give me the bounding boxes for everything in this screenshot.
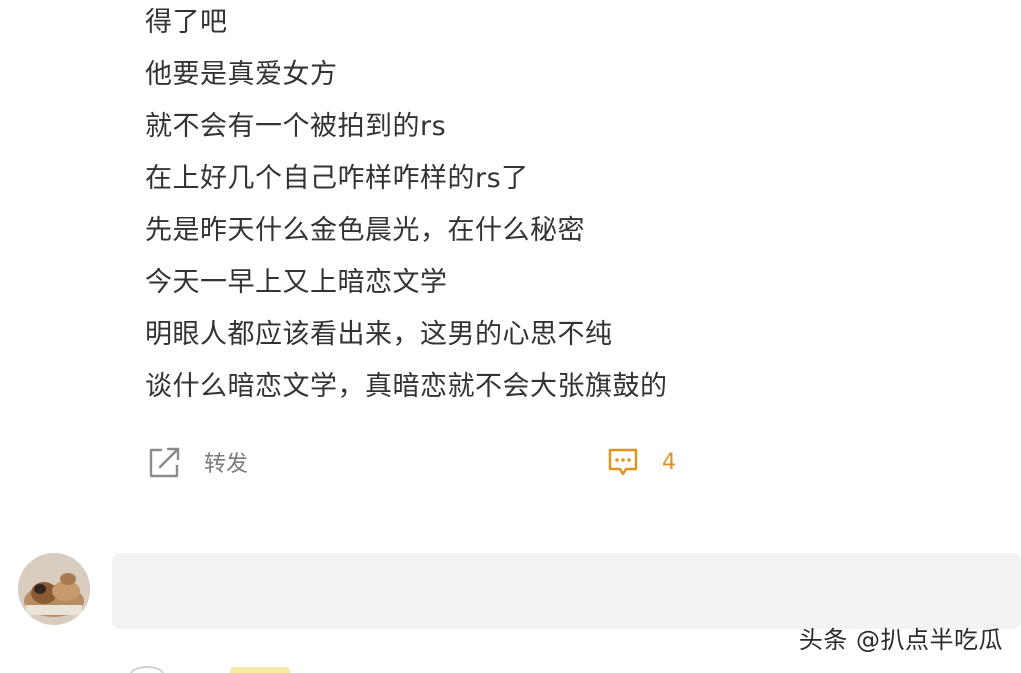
repost-label: 转发	[204, 452, 249, 477]
post-line: 就不会有一个被拍到的rs	[145, 111, 447, 142]
user-avatar[interactable]	[18, 553, 90, 625]
repost-button[interactable]: 转发	[146, 442, 248, 482]
post-detail-page: 得了吧 他要是真爱女方 就不会有一个被拍到的rs 在上好几个自己咋样咋样的rs了…	[0, 0, 1021, 673]
post-line: 在上好几个自己咋样咋样的rs了	[145, 163, 529, 194]
share-icon	[146, 443, 184, 481]
comment-count: 4	[662, 449, 676, 475]
comment-button[interactable]: 4	[606, 442, 676, 482]
watermark: 头条 @扒点半吃瓜	[798, 626, 1003, 654]
post-line: 他要是真爱女方	[145, 59, 338, 90]
avatar-photo-icon	[18, 553, 90, 625]
post-line: 谈什么暗恋文学，真暗恋就不会大张旗鼓的	[145, 371, 668, 402]
next-item-highlight-edge	[230, 667, 290, 673]
next-item-avatar-edge	[130, 666, 164, 673]
post-line: 今天一早上又上暗恋文学	[145, 267, 448, 298]
comment-icon	[606, 445, 640, 479]
post-line: 得了吧	[145, 7, 228, 38]
post-line: 明眼人都应该看出来，这男的心思不纯	[145, 319, 613, 350]
comment-input-field[interactable]	[112, 553, 1021, 629]
post-action-bar: 转发 4	[146, 440, 706, 484]
post-line: 先是昨天什么金色晨光，在什么秘密	[145, 215, 585, 246]
